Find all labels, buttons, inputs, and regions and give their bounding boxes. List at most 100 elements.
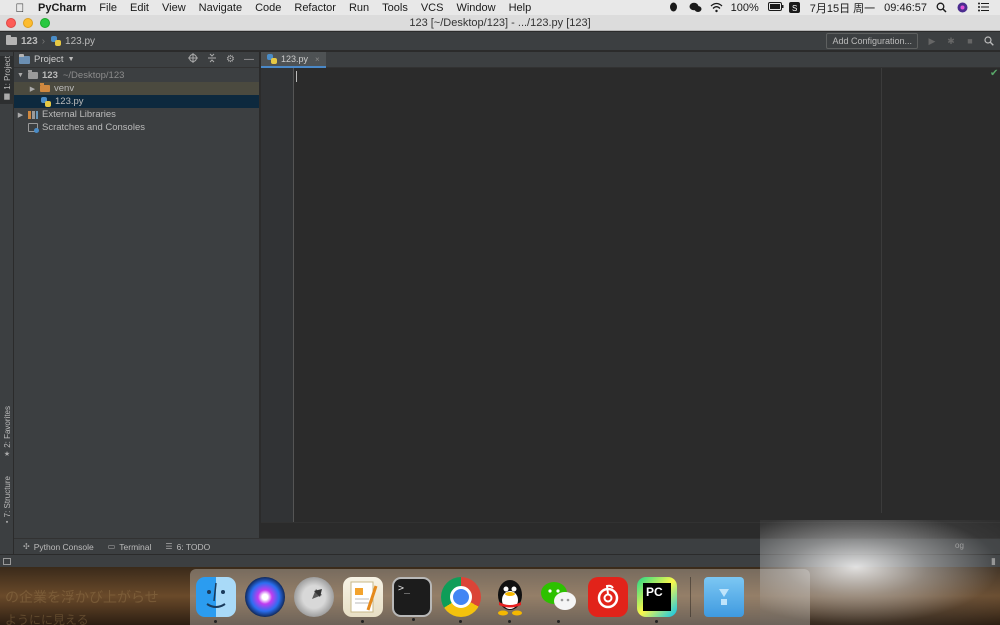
menu-tools[interactable]: Tools — [382, 2, 408, 14]
add-configuration-button[interactable]: Add Configuration... — [826, 33, 918, 49]
siri-icon[interactable] — [957, 2, 969, 13]
tree-root-name: 123 — [42, 70, 58, 81]
todo-list-icon: ☰ — [165, 542, 173, 551]
breadcrumb-separator-icon: › — [41, 35, 46, 47]
terminal-app-icon[interactable]: >_ — [392, 577, 432, 621]
wechat-app-icon[interactable] — [539, 577, 579, 623]
venv-folder-icon — [40, 83, 50, 92]
debug-icon[interactable]: ✱ — [946, 36, 956, 46]
python-console-label: Python Console — [33, 541, 94, 552]
menu-code[interactable]: Code — [255, 2, 281, 14]
menu-vcs[interactable]: VCS — [421, 2, 444, 14]
pages-app-icon[interactable] — [343, 577, 383, 623]
breadcrumb-file[interactable]: 123.py — [51, 36, 95, 47]
python-file-icon — [51, 36, 62, 46]
battery-icon[interactable] — [767, 2, 784, 13]
python-console-icon: ✣ — [23, 542, 30, 551]
dock: >_ PC — [190, 569, 810, 625]
hide-panel-icon[interactable]: — — [244, 54, 254, 65]
chrome-app-icon[interactable] — [441, 577, 481, 623]
todo-label: 6: TODO — [176, 541, 211, 552]
menu-navigate[interactable]: Navigate — [199, 2, 242, 14]
python-file-icon — [267, 54, 277, 64]
todo-button[interactable]: ☰ 6: TODO — [165, 542, 210, 552]
settings-gear-icon[interactable]: ⚙ — [226, 54, 235, 65]
siri-app-icon[interactable] — [245, 577, 285, 617]
menu-view[interactable]: View — [162, 2, 186, 14]
apple-icon[interactable]:  — [13, 1, 27, 15]
collapse-arrow-icon[interactable]: ▶ — [16, 111, 25, 119]
breadcrumb-project-label: 123 — [21, 35, 38, 47]
tree-root-row[interactable]: ▼ 123 ~/Desktop/123 — [14, 69, 259, 82]
tool-tab-project[interactable]: 1: Project ▆ — [0, 56, 14, 104]
menu-window[interactable]: Window — [456, 2, 495, 14]
stop-icon[interactable]: ■ — [965, 36, 975, 46]
collapse-arrow-icon[interactable]: ▶ — [28, 85, 37, 93]
running-indicator — [557, 620, 560, 623]
sogou-input-icon[interactable]: S — [788, 2, 801, 13]
wechat-status-icon[interactable] — [689, 2, 702, 13]
pycharm-app-icon[interactable]: PC — [637, 577, 677, 623]
spotlight-icon[interactable] — [936, 2, 948, 13]
tool-tab-structure[interactable]: 7: Structure ▪ — [0, 476, 14, 532]
mac-menu-bar:  PyCharm File Edit View Navigate Code R… — [0, 0, 1000, 15]
menu-file[interactable]: File — [99, 2, 117, 14]
editor-gutter[interactable] — [261, 68, 294, 522]
tree-external-libraries-row[interactable]: ▶ External Libraries — [14, 108, 259, 121]
breadcrumb-project[interactable]: 123 — [6, 35, 38, 47]
running-indicator — [459, 620, 462, 623]
expand-arrow-icon[interactable]: ▼ — [16, 72, 25, 79]
wifi-icon[interactable] — [710, 2, 723, 13]
editor-tab-bar: 123.py × — [261, 52, 1000, 68]
run-icon[interactable]: ▶ — [927, 36, 937, 46]
running-indicator — [361, 620, 364, 623]
launchpad-icon[interactable] — [294, 577, 334, 617]
terminal-prompt-text: >_ — [398, 583, 411, 594]
code-editor[interactable]: ✔ — [261, 68, 1000, 522]
tree-scratches-row[interactable]: Scratches and Consoles — [14, 121, 259, 134]
project-view-selector[interactable]: Project — [34, 54, 64, 65]
dropdown-caret-icon[interactable]: ▼ — [68, 56, 75, 63]
downloads-folder-icon[interactable] — [704, 577, 744, 617]
menu-refactor[interactable]: Refactor — [294, 2, 336, 14]
search-everywhere-icon[interactable] — [984, 36, 994, 46]
desktop-wallpaper-text-2: ようにに見える — [5, 613, 89, 625]
menu-run[interactable]: Run — [349, 2, 369, 14]
menu-help[interactable]: Help — [509, 2, 532, 14]
pycharm-logo-text: PC — [646, 585, 663, 599]
collapse-all-icon[interactable] — [207, 53, 217, 66]
breadcrumb-file-label: 123.py — [65, 35, 96, 47]
editor-tab-123-py[interactable]: 123.py × — [261, 52, 326, 68]
notification-center-icon[interactable] — [978, 2, 990, 13]
navigation-bar: 123 › 123.py Add Configuration... ▶ ✱ ■ — [0, 32, 1000, 51]
qq-status-icon[interactable] — [668, 2, 680, 13]
folder-icon — [28, 70, 38, 79]
terminal-button[interactable]: ▭ Terminal — [108, 542, 152, 552]
close-tab-icon[interactable]: × — [315, 55, 320, 64]
pycharm-logo: PC — [643, 583, 671, 611]
menu-app-name[interactable]: PyCharm — [38, 2, 86, 14]
running-indicator — [214, 620, 217, 623]
structure-icon: ▪ — [5, 519, 9, 527]
qq-app-icon[interactable] — [490, 577, 530, 623]
tree-file-row[interactable]: 123.py — [14, 95, 259, 108]
menu-edit[interactable]: Edit — [130, 2, 149, 14]
tree-file-label: 123.py — [55, 96, 84, 107]
locate-file-icon[interactable] — [188, 53, 199, 66]
project-folder-icon: ▆ — [4, 92, 10, 100]
battery-percent[interactable]: 100% — [731, 2, 759, 14]
project-panel-tools: ⚙ — — [188, 53, 259, 66]
toggle-tool-windows-icon[interactable] — [3, 557, 11, 565]
menu-time[interactable]: 09:46:57 — [884, 2, 927, 14]
svg-text:S: S — [792, 4, 797, 13]
running-indicator — [412, 618, 415, 621]
inspection-ok-icon[interactable]: ✔ — [990, 68, 998, 79]
menu-date[interactable]: 7月15日 周一 — [810, 0, 875, 16]
window-title-bar: 123 [~/Desktop/123] - .../123.py [123] — [0, 15, 1000, 31]
netease-music-app-icon[interactable] — [588, 577, 628, 617]
running-indicator — [508, 620, 511, 623]
python-console-button[interactable]: ✣ Python Console — [23, 542, 94, 552]
tool-tab-favorites[interactable]: 2: Favorites ★ — [0, 406, 14, 464]
finder-icon[interactable] — [196, 577, 236, 623]
tree-venv-row[interactable]: ▶ venv — [14, 82, 259, 95]
